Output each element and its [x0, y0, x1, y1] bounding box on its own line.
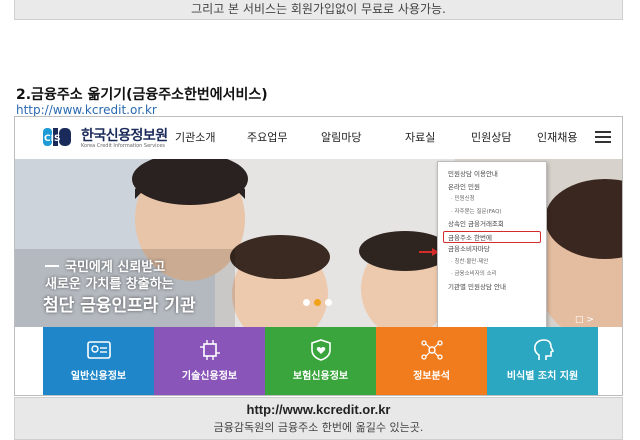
- dropdown-subitem-apply[interactable]: · 민원신청: [448, 193, 546, 206]
- section-link[interactable]: http://www.kcredit.or.kr: [16, 103, 157, 117]
- head-profile-icon: [533, 339, 554, 360]
- shield-heart-icon: [310, 339, 331, 361]
- website-screenshot-frame: CIS 한국신용정보원 Korea Credit Information Ser…: [14, 116, 623, 396]
- slide-dot[interactable]: [325, 299, 332, 306]
- bottom-caption-banner: http://www.kcredit.or.kr 금융감독원의 금융주소 한번에…: [14, 397, 623, 440]
- logo-korean-name[interactable]: 한국신용정보원: [81, 125, 168, 145]
- slide-dot[interactable]: [303, 299, 310, 306]
- nav-item-business[interactable]: 주요업무: [247, 129, 287, 145]
- dropdown-item-online[interactable]: 온라인 민원: [448, 181, 546, 194]
- nav-item-careers[interactable]: 인재채용: [537, 129, 577, 145]
- slide-control-buttons[interactable]: □ >: [575, 315, 594, 325]
- tile-general-credit[interactable]: 일반신용정보: [43, 327, 154, 395]
- tile-label: 보험신용정보: [292, 371, 349, 382]
- network-icon: [420, 340, 443, 360]
- bottom-caption: 금융감독원의 금융주소 한번에 옮길수 있는곳.: [213, 421, 424, 434]
- hero-subtitle: 국민에게 신뢰받고 새로운 가치를 창출하는: [45, 259, 174, 293]
- chip-icon: [199, 340, 220, 360]
- dropdown-item-guide[interactable]: 민원상담 이용안내: [448, 168, 546, 181]
- nav-item-archive[interactable]: 자료실: [405, 129, 435, 145]
- tile-insurance-credit[interactable]: 보험신용정보: [265, 327, 376, 395]
- tile-tech-credit[interactable]: 기술신용정보: [154, 327, 265, 395]
- civil-service-dropdown-menu: 민원상담 이용안내 온라인 민원 · 민원신청 · 자주묻는 질문(FAQ) 상…: [437, 161, 547, 337]
- tile-deidentification[interactable]: 비식별 조치 지원: [487, 327, 598, 395]
- nav-item-about[interactable]: 기관소개: [175, 129, 215, 145]
- dropdown-item-consumer[interactable]: 금융소비자마당: [448, 243, 546, 256]
- nav-item-notice[interactable]: 알림마당: [321, 129, 361, 145]
- top-caption-banner: 그리고 본 서비스는 회원가입없이 무료로 사용가능.: [14, 0, 623, 20]
- section-heading: 2.금융주소 옮기기(금융주소한번에서비스): [16, 87, 268, 103]
- dropdown-item-agency-guide[interactable]: 기관별 민원상담 안내: [448, 281, 546, 294]
- top-caption-text: 그리고 본 서비스는 회원가입없이 무료로 사용가능.: [191, 2, 446, 16]
- nav-item-civil-service[interactable]: 민원상담: [471, 129, 511, 145]
- dropdown-item-address-at-once[interactable]: 금융주소 한번에: [443, 230, 541, 243]
- logo-english-name: Korea Credit Information Services: [81, 143, 166, 149]
- tile-label: 정보분석: [413, 371, 450, 382]
- dropdown-subitem-voice[interactable]: · 금융소비자의 소리: [448, 268, 546, 281]
- menu-hamburger-icon[interactable]: [595, 131, 611, 143]
- site-header: CIS 한국신용정보원 Korea Credit Information Ser…: [15, 117, 622, 159]
- dropdown-subitem-feedback[interactable]: · 칭찬·불만·제안: [448, 256, 546, 269]
- dropdown-subitem-faq[interactable]: · 자주묻는 질문(FAQ): [448, 206, 546, 219]
- bottom-url[interactable]: http://www.kcredit.or.kr: [15, 402, 622, 417]
- tile-info-analysis[interactable]: 정보분석: [376, 327, 487, 395]
- logo-abbr: CIS: [44, 134, 60, 144]
- service-tiles: 일반신용정보 기술신용정보 보험신용정보 정보분석 비식별 조치 지원: [15, 327, 622, 395]
- hero-subtitle-line1: 국민에게 신뢰받고: [65, 260, 166, 275]
- id-card-icon: [86, 341, 111, 359]
- tile-label: 비식별 조치 지원: [506, 371, 579, 382]
- hero-title: 첨단 금융인프라 기관: [43, 296, 196, 316]
- slide-dot-active[interactable]: [314, 299, 321, 306]
- slide-indicator: [303, 291, 336, 310]
- red-arrow-icon: [419, 248, 439, 256]
- tile-label: 일반신용정보: [70, 371, 127, 382]
- cis-logo-icon[interactable]: CIS: [43, 126, 73, 148]
- dropdown-item-inheritance[interactable]: 상속인 금융거래조회: [448, 218, 546, 231]
- tile-label: 기술신용정보: [181, 371, 238, 382]
